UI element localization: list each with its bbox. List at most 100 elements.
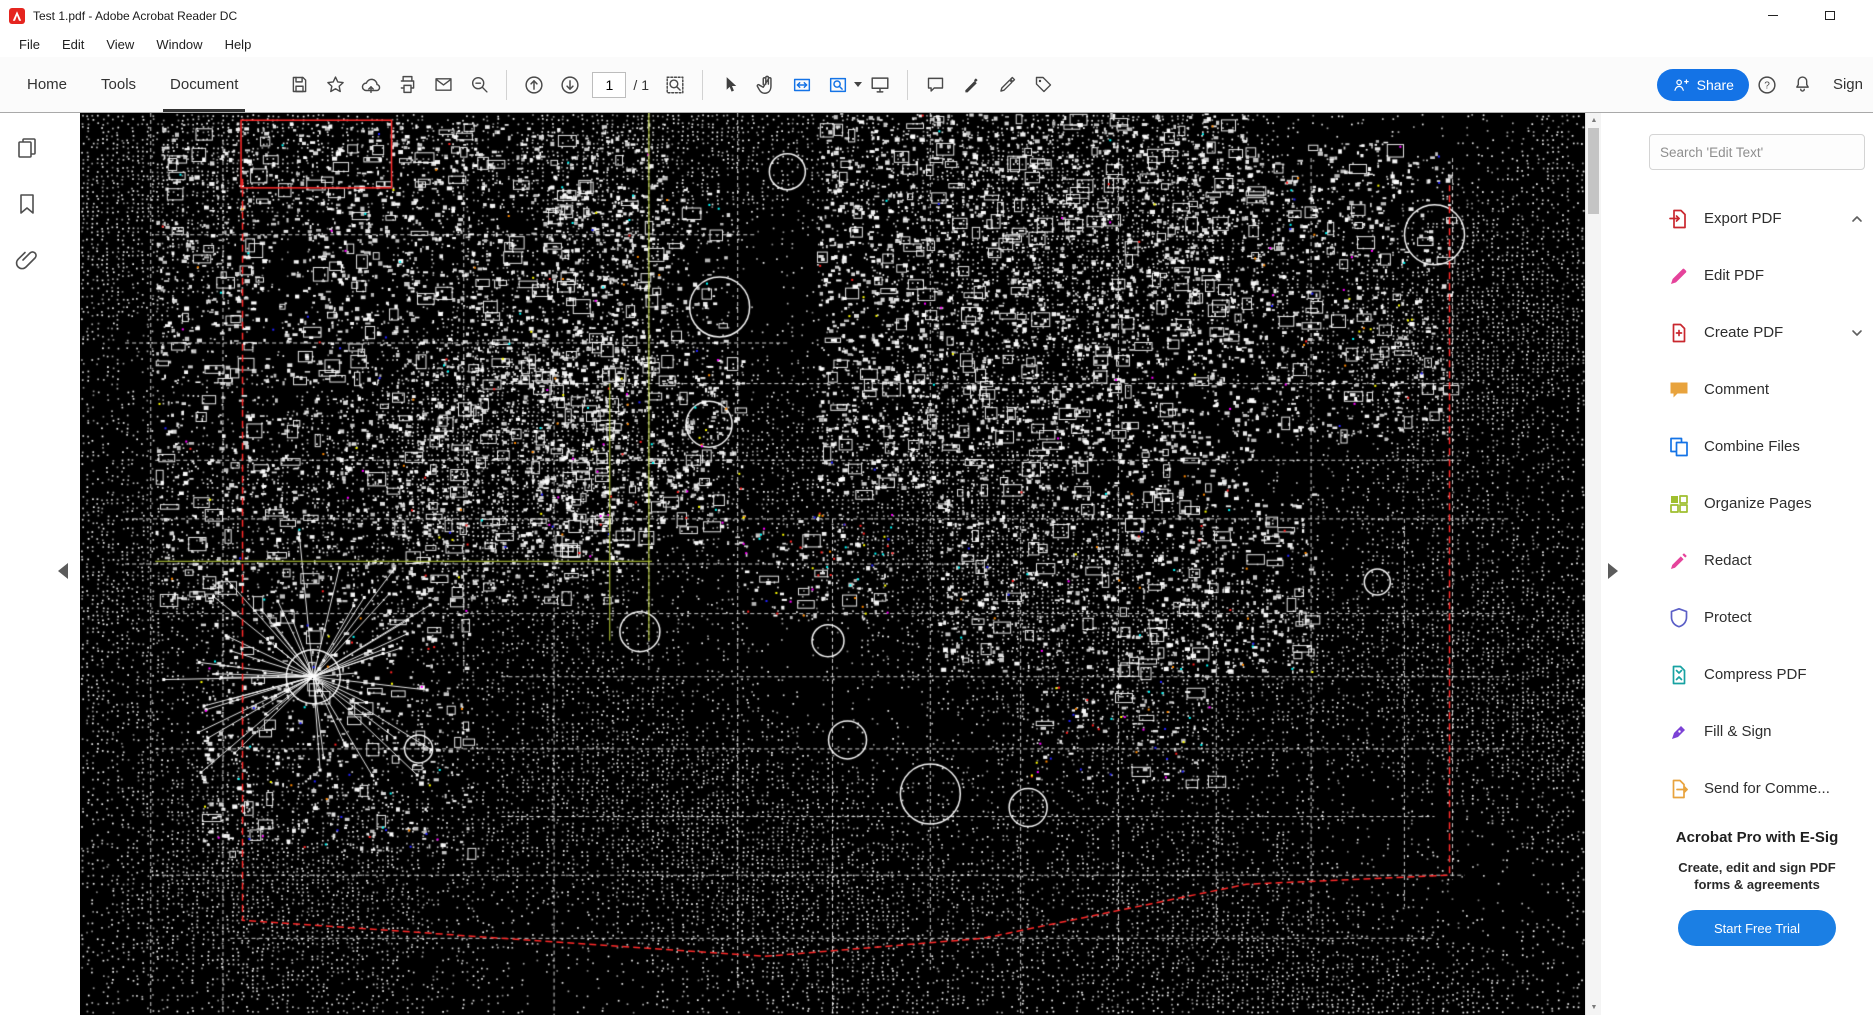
cloud-upload-icon xyxy=(362,78,381,93)
panel-tool-export-pdf[interactable]: Export PDF xyxy=(1649,190,1865,247)
chevron-down-icon[interactable] xyxy=(1851,329,1863,337)
select-tool-button[interactable] xyxy=(712,67,748,103)
panel-tool-label: Combine Files xyxy=(1704,438,1800,455)
organize-pages-icon xyxy=(1667,492,1691,516)
bookmarks-button[interactable] xyxy=(12,189,42,219)
page-count-label: / 1 xyxy=(633,76,649,93)
star-icon xyxy=(327,76,344,93)
menu-file[interactable]: File xyxy=(8,31,51,57)
promo-desc-line2: forms & agreements xyxy=(1694,877,1820,892)
find-button[interactable] xyxy=(657,67,693,103)
fill-sign-icon xyxy=(1667,720,1691,744)
share-label: Share xyxy=(1696,76,1734,93)
comment-tool-button[interactable] xyxy=(917,67,953,103)
highlighter-icon xyxy=(964,78,978,93)
panel-tool-send-for-comments[interactable]: Send for Comme... xyxy=(1649,760,1865,817)
star-button[interactable] xyxy=(317,67,353,103)
marquee-zoom-button[interactable] xyxy=(784,67,820,103)
toolbar-separator xyxy=(907,69,908,100)
scroll-down-arrow[interactable]: ▼ xyxy=(1586,1000,1602,1015)
page-thumbnails-button[interactable] xyxy=(12,133,42,163)
attachments-button[interactable] xyxy=(12,245,42,275)
menu-help[interactable]: Help xyxy=(214,31,263,57)
pdf-page-canvas[interactable] xyxy=(80,113,1585,1015)
previous-view-arrow[interactable] xyxy=(58,563,68,579)
scroll-up-arrow[interactable]: ▲ xyxy=(1586,113,1602,128)
minimize-button[interactable] xyxy=(1744,0,1801,31)
help-button[interactable]: ? xyxy=(1749,67,1785,103)
send-to-cloud-button[interactable] xyxy=(353,67,389,103)
sign-in-link[interactable]: Sign xyxy=(1833,76,1863,93)
panel-tool-combine-files[interactable]: Combine Files xyxy=(1649,418,1865,475)
scrollbar-thumb[interactable] xyxy=(1588,128,1599,214)
maximize-button[interactable] xyxy=(1801,0,1858,31)
next-page-button[interactable] xyxy=(552,67,588,103)
hand-icon xyxy=(756,75,772,94)
combine-files-icon xyxy=(1667,435,1691,459)
panel-tool-label: Organize Pages xyxy=(1704,495,1812,512)
toolbar: Home Tools Document / 1 Share ? Sign xyxy=(0,57,1873,113)
redact-icon xyxy=(1667,549,1691,573)
panel-tool-create-pdf[interactable]: Create PDF xyxy=(1649,304,1865,361)
comment-icon xyxy=(1667,378,1691,402)
email-button[interactable] xyxy=(425,67,461,103)
panel-tool-compress-pdf[interactable]: Compress PDF xyxy=(1649,646,1865,703)
save-button[interactable] xyxy=(281,67,317,103)
panel-tool-label: Export PDF xyxy=(1704,210,1782,227)
panel-tool-edit-pdf[interactable]: Edit PDF xyxy=(1649,247,1865,304)
sign-tool-button[interactable] xyxy=(989,67,1025,103)
hand-tool-button[interactable] xyxy=(748,67,784,103)
panel-tool-redact[interactable]: Redact xyxy=(1649,532,1865,589)
tab-tools[interactable]: Tools xyxy=(84,57,153,112)
zoom-options-caret-icon[interactable] xyxy=(854,82,862,87)
title-bar: Test 1.pdf - Adobe Acrobat Reader DC xyxy=(0,0,1873,31)
acrobat-pro-promo: Acrobat Pro with E-Sig Create, edit and … xyxy=(1649,829,1865,946)
panel-tool-protect[interactable]: Protect xyxy=(1649,589,1865,646)
menu-view[interactable]: View xyxy=(95,31,145,57)
sign-pen-icon xyxy=(999,76,1015,92)
send-for-comments-icon xyxy=(1667,777,1691,801)
menu-bar: File Edit View Window Help xyxy=(0,31,1873,57)
promo-description: Create, edit and sign PDF forms & agreem… xyxy=(1649,859,1865,893)
svg-text:?: ? xyxy=(1764,80,1770,91)
bookmark-icon xyxy=(20,194,34,214)
next-view-arrow[interactable] xyxy=(1608,563,1618,579)
help-icon: ? xyxy=(1758,75,1776,94)
vertical-scrollbar[interactable]: ▲ ▼ xyxy=(1585,113,1601,1015)
zoom-options-button[interactable] xyxy=(820,67,856,103)
zoom-out-button[interactable] xyxy=(461,67,497,103)
tag-tool-button[interactable] xyxy=(1025,67,1061,103)
panel-tool-comment[interactable]: Comment xyxy=(1649,361,1865,418)
tools-list: Export PDF Edit PDF Create PDF Comment C… xyxy=(1649,190,1865,817)
print-icon xyxy=(400,75,415,94)
notifications-button[interactable] xyxy=(1785,67,1821,103)
promo-title: Acrobat Pro with E-Sig xyxy=(1675,829,1839,846)
export-pdf-icon xyxy=(1667,207,1691,231)
previous-page-button[interactable] xyxy=(516,67,552,103)
reading-mode-button[interactable] xyxy=(862,67,898,103)
paperclip-icon xyxy=(15,251,37,270)
share-button[interactable]: Share xyxy=(1656,68,1749,101)
screen-icon xyxy=(871,76,889,93)
protect-shield-icon xyxy=(1667,606,1691,630)
close-button[interactable] xyxy=(1858,0,1873,31)
start-free-trial-button[interactable]: Start Free Trial xyxy=(1678,910,1836,946)
promo-desc-line1: Create, edit and sign PDF xyxy=(1678,860,1836,875)
page-number-input[interactable] xyxy=(592,71,627,98)
circle-arrow-up-icon xyxy=(525,75,544,94)
menu-window[interactable]: Window xyxy=(145,31,213,57)
edit-pdf-icon xyxy=(1667,264,1691,288)
tab-document[interactable]: Document xyxy=(153,57,255,112)
search-tools-input[interactable] xyxy=(1649,134,1865,170)
document-view: ▲ ▼ xyxy=(80,113,1601,1015)
panel-tool-organize-pages[interactable]: Organize Pages xyxy=(1649,475,1865,532)
panel-tool-fill-sign[interactable]: Fill & Sign xyxy=(1649,703,1865,760)
chevron-up-icon[interactable] xyxy=(1851,215,1863,223)
print-button[interactable] xyxy=(389,67,425,103)
panel-tool-label: Protect xyxy=(1704,609,1752,626)
highlight-tool-button[interactable] xyxy=(953,67,989,103)
menu-edit[interactable]: Edit xyxy=(51,31,95,57)
tab-home[interactable]: Home xyxy=(10,57,84,112)
window-controls xyxy=(1744,0,1873,31)
toolbar-separator xyxy=(506,69,508,100)
